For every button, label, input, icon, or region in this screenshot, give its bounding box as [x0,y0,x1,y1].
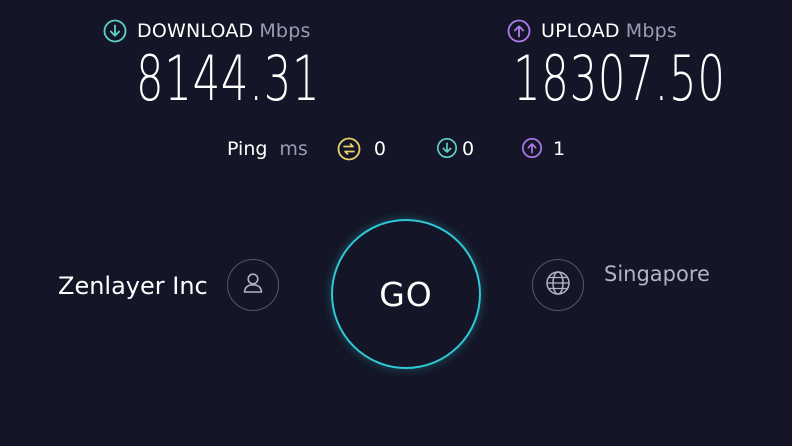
globe-icon [544,269,572,301]
download-header: DOWNLOAD Mbps [103,19,311,43]
upload-label: UPLOAD [541,20,620,42]
speedtest-panel: DOWNLOAD Mbps 8144.31 UPLOAD Mbps 18307.… [0,0,792,446]
server-location[interactable]: Singapore [604,262,710,286]
ping-row: Ping ms 0 0 1 [227,137,565,161]
change-provider-button[interactable] [227,259,279,311]
download-label: DOWNLOAD [137,20,254,42]
go-button[interactable]: GO [331,219,481,369]
ping-label: Ping [227,138,268,160]
ping-idle: 0 [337,137,386,161]
ping-upload-value: 1 [553,138,566,160]
download-arrow-icon [103,19,127,43]
change-server-button[interactable] [532,259,584,311]
provider-name[interactable]: Zenlayer Inc [58,272,208,300]
ping-upload: 1 [521,137,565,161]
upload-speed-value: 18307.50 [513,42,726,115]
download-unit: Mbps [259,20,311,42]
upload-latency-icon [521,137,545,161]
go-button-label: GO [379,274,433,314]
upload-unit: Mbps [625,20,677,42]
ping-download: 0 [436,137,474,161]
ping-unit: ms [279,138,308,160]
idle-latency-icon [337,137,361,161]
user-icon [240,270,266,300]
download-speed-value: 8144.31 [136,42,321,115]
ping-download-value: 0 [461,138,475,160]
ping-idle-value: 0 [373,138,386,160]
download-latency-icon [436,137,460,161]
upload-arrow-icon [507,19,531,43]
upload-header: UPLOAD Mbps [507,19,677,43]
